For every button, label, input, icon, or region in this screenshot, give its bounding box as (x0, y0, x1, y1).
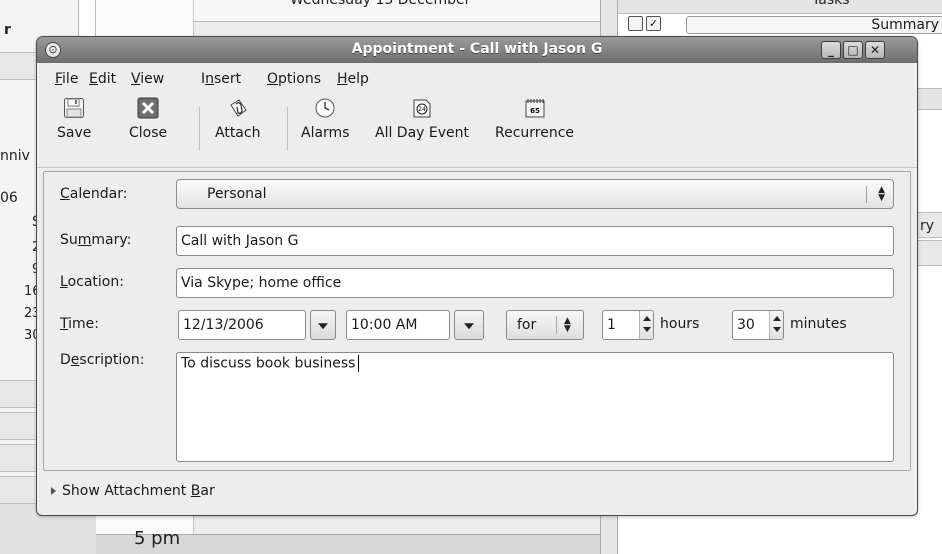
date-dropdown-button[interactable] (310, 310, 336, 340)
description-textarea[interactable]: To discuss book business (176, 352, 894, 462)
menu-insert[interactable]: Insert (201, 71, 241, 87)
calendar-select-value: Personal (207, 186, 267, 202)
time-label: Time: (60, 316, 99, 332)
background-date-header: Wednesday 13 December (290, 0, 471, 8)
tasks-complete-column-header[interactable]: ✓ (646, 16, 661, 31)
close-window-button[interactable]: ✕ (865, 41, 885, 59)
duration-mode-select[interactable]: for ▲ ▼ (506, 310, 584, 340)
arrow-down-icon (643, 327, 651, 332)
attach-button[interactable]: Attach (215, 97, 260, 141)
time-dropdown-button[interactable] (454, 310, 484, 340)
toolbar-separator (199, 107, 200, 151)
recurrence-button[interactable]: 65 Recurrence (495, 97, 574, 141)
title-bar[interactable]: ⊙ Appointment - Call with Jason G _ □ ✕ (37, 37, 917, 63)
menu-file[interactable]: File (55, 71, 78, 87)
close-button[interactable]: Close (129, 97, 167, 141)
calendar-select[interactable]: Personal ▲ ▼ (176, 179, 894, 209)
window-title: Appointment - Call with Jason G (351, 41, 603, 57)
menu-bar: File Edit View Insert Options Help (37, 63, 917, 93)
arrow-down-icon (773, 327, 781, 332)
minutes-spinner[interactable]: 30 (732, 310, 784, 340)
toolbar: Save Close Attach Alarms 24 All Day Even… (37, 93, 917, 168)
summary-label: Summary: (60, 232, 132, 248)
description-text: To discuss book business (181, 355, 356, 372)
calendar-day-icon: 24 (411, 97, 433, 119)
arrow-up-icon (773, 316, 781, 321)
menu-edit[interactable]: Edit (89, 71, 116, 87)
svg-text:65: 65 (530, 107, 540, 115)
tasks-summary-column-header[interactable]: Summary (686, 16, 942, 34)
description-label: Description: (60, 352, 145, 368)
background-right-fragment: ry (920, 218, 935, 234)
appointment-form: Calendar: Personal ▲ ▼ Summary: Call with… (43, 171, 911, 471)
recurrence-calendar-icon: 65 (524, 97, 546, 119)
close-x-icon (137, 97, 159, 119)
background-anniversary-fragment: nniv (0, 148, 30, 164)
hours-spinner[interactable]: 1 (602, 310, 654, 340)
date-input[interactable]: 12/13/2006 (178, 310, 306, 340)
save-button[interactable]: Save (57, 97, 91, 141)
tasks-icon-column-header[interactable] (628, 16, 643, 31)
svg-text:24: 24 (418, 106, 426, 113)
floppy-disk-icon (63, 97, 85, 119)
text-caret (358, 355, 360, 372)
summary-input[interactable]: Call with Jason G (176, 226, 894, 256)
minutes-spin-arrows[interactable] (769, 311, 783, 339)
hours-unit-label: hours (660, 316, 700, 332)
paperclip-icon (227, 97, 249, 119)
duration-mode-value: for (517, 317, 537, 333)
minimize-button[interactable]: _ (821, 41, 841, 59)
chevron-down-icon (318, 323, 328, 330)
location-input[interactable]: Via Skype; home office (176, 268, 894, 298)
menu-options[interactable]: Options (267, 71, 321, 87)
minutes-unit-label: minutes (790, 316, 847, 332)
expander-arrow-icon (51, 487, 56, 495)
show-attachment-bar-expander[interactable]: Show Attachment Bar (51, 483, 215, 499)
combo-separator (556, 316, 557, 334)
background-tasks-title: Tasks (812, 0, 850, 8)
updown-arrows-icon: ▲ ▼ (878, 185, 885, 203)
updown-arrows-icon: ▲ ▼ (564, 316, 571, 334)
background-right-band (918, 88, 942, 110)
time-input[interactable]: 10:00 AM (346, 310, 450, 340)
background-right-band (918, 240, 942, 266)
location-label: Location: (60, 274, 124, 290)
background-time-label: 5 pm (134, 528, 181, 549)
all-day-event-button[interactable]: 24 All Day Event (375, 97, 469, 141)
menu-view[interactable]: View (131, 71, 164, 87)
background-tasks-columns: ✓ Summary (624, 16, 942, 34)
background-tasks-header (618, 0, 942, 14)
alarms-button[interactable]: Alarms (301, 97, 350, 141)
maximize-button[interactable]: □ (843, 41, 863, 59)
clock-icon (314, 97, 336, 119)
hours-spin-arrows[interactable] (639, 311, 653, 339)
hours-value: 1 (607, 317, 616, 333)
appointment-dialog: ⊙ Appointment - Call with Jason G _ □ ✕ … (36, 36, 918, 516)
toolbar-separator (287, 107, 288, 151)
chevron-down-icon (464, 323, 474, 330)
calendar-label: Calendar: (60, 186, 128, 202)
menu-help[interactable]: Help (337, 71, 369, 87)
background-title-fragment: r (4, 22, 11, 38)
minutes-value: 30 (737, 317, 755, 333)
background-year-fragment: 06 (0, 190, 18, 206)
combo-separator (866, 186, 867, 203)
arrow-up-icon (643, 316, 651, 321)
